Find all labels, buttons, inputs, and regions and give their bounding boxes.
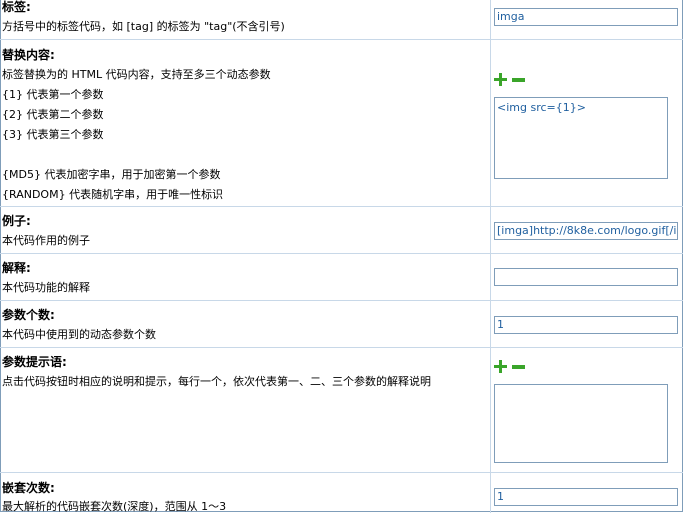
replace-line-2: {1} 代表第一个参数 (2, 88, 104, 101)
replace-controls (494, 73, 528, 87)
replace-line-1: 标签替换为的 HTML 代码内容，支持至多三个动态参数 (2, 68, 271, 81)
param-count-input[interactable]: 1 (494, 316, 678, 334)
example-desc: 本代码作用的例子 (2, 234, 90, 247)
row-param-prompt: 参数提示语: 点击代码按钮时相应的说明和提示，每行一个，依次代表第一、二、三个参… (0, 348, 683, 473)
replace-line-6: {MD5} 代表加密字串，用于加密第一个参数 (2, 168, 221, 181)
plus-icon[interactable] (494, 360, 507, 373)
nesting-input[interactable]: 1 (494, 488, 678, 506)
param-prompt-controls (494, 360, 528, 374)
param-prompt-title: 参数提示语: (2, 355, 67, 369)
example-title: 例子: (2, 214, 31, 228)
tag-title: 标签: (2, 0, 31, 14)
row-tag: 标签: 方括号中的标签代码，如 [tag] 的标签为 "tag"(不含引号) i… (0, 0, 683, 40)
param-count-desc: 本代码中使用到的动态参数个数 (2, 328, 156, 341)
param-prompt-textarea[interactable] (494, 384, 668, 463)
tag-desc: 方括号中的标签代码，如 [tag] 的标签为 "tag"(不含引号) (2, 20, 285, 33)
row-replace: 替换内容: 标签替换为的 HTML 代码内容，支持至多三个动态参数 {1} 代表… (0, 40, 683, 207)
explanation-input[interactable] (494, 268, 678, 286)
row-param-count: 参数个数: 本代码中使用到的动态参数个数 1 (0, 301, 683, 348)
plus-icon[interactable] (494, 73, 507, 86)
tag-input[interactable]: imga (494, 8, 678, 26)
replace-title: 替换内容: (2, 48, 55, 62)
row-nesting: 嵌套次数: 最大解析的代码嵌套次数(深度)，范围从 1～3 1 (0, 473, 683, 513)
nesting-desc: 最大解析的代码嵌套次数(深度)，范围从 1～3 (2, 500, 227, 513)
replace-line-4: {3} 代表第三个参数 (2, 128, 104, 141)
param-count-title: 参数个数: (2, 308, 55, 322)
replace-textarea[interactable]: <img src={1}> (494, 97, 668, 179)
row-example: 例子: 本代码作用的例子 [imga]http://8k8e.com/logo.… (0, 207, 683, 254)
replace-line-7: {RANDOM} 代表随机字串，用于唯一性标识 (2, 188, 224, 201)
param-prompt-desc: 点击代码按钮时相应的说明和提示，每行一个，依次代表第一、二、三个参数的解释说明 (2, 375, 431, 388)
minus-icon[interactable] (512, 365, 525, 369)
explanation-desc: 本代码功能的解释 (2, 281, 90, 294)
row-explanation: 解释: 本代码功能的解释 (0, 254, 683, 301)
minus-icon[interactable] (512, 78, 525, 82)
explanation-title: 解释: (2, 261, 31, 275)
replace-line-3: {2} 代表第二个参数 (2, 108, 104, 121)
nesting-title: 嵌套次数: (2, 481, 55, 495)
example-input[interactable]: [imga]http://8k8e.com/logo.gif[/imga] (494, 222, 678, 240)
